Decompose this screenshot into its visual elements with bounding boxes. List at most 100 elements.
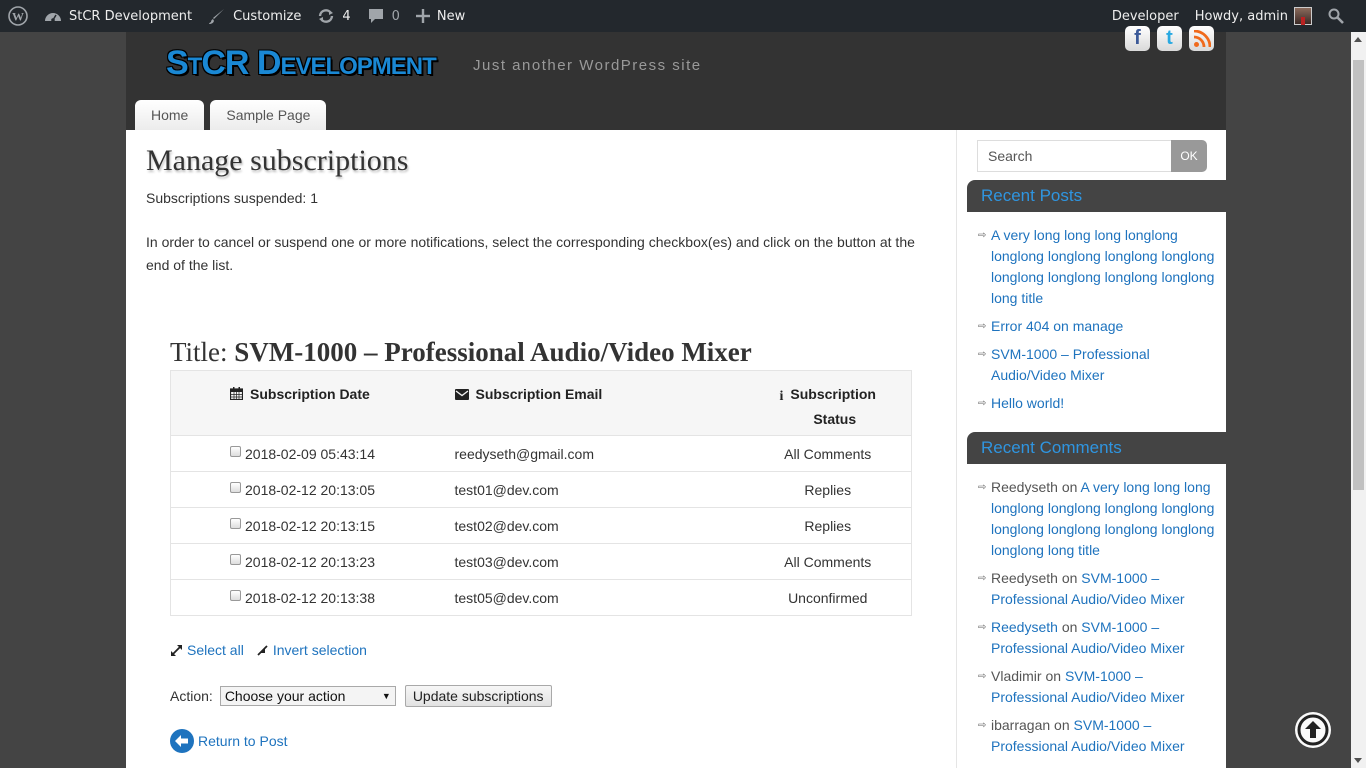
row-status: Replies <box>744 471 912 508</box>
action-label: Action: <box>170 688 213 704</box>
comment-on-text: on <box>1045 668 1062 684</box>
updates-count: 4 <box>342 8 351 24</box>
row-status: All Comments <box>744 435 912 472</box>
select-all-link[interactable]: Select all <box>187 642 244 658</box>
rss-icon[interactable] <box>1189 26 1214 51</box>
recent-posts-title: Recent Posts <box>967 180 1227 212</box>
row-checkbox[interactable] <box>230 481 241 493</box>
recent-comments-title: Recent Comments <box>967 432 1227 464</box>
new-label: New <box>436 8 466 24</box>
sidebar-search-input[interactable]: Search <box>977 140 1172 172</box>
search-placeholder: Search <box>988 148 1033 164</box>
recent-post-link[interactable]: A very long long long longlong longlong … <box>991 227 1214 306</box>
comment-on-text: on <box>1054 717 1070 733</box>
comments-count: 0 <box>391 8 400 24</box>
comment-author: Reedyseth <box>991 479 1058 495</box>
update-subscriptions-button[interactable]: Update subscriptions <box>404 685 552 707</box>
table-row: 2018-02-12 20:13:38 test05@dev.com Uncon… <box>170 579 912 616</box>
site-tagline: Just another WordPress site <box>473 57 702 74</box>
post-title-name: SVM-1000 – Professional Audio/Video Mixe… <box>234 337 752 367</box>
comment-on-text: on <box>1061 619 1078 635</box>
circle-arrow-left-icon <box>170 729 194 753</box>
updates-button[interactable]: 4 <box>309 0 358 32</box>
dashboard-icon <box>45 13 61 22</box>
row-checkbox[interactable] <box>230 589 241 601</box>
row-date: 2018-02-12 20:13:15 <box>245 517 375 534</box>
scroll-up-arrow-icon[interactable] <box>1354 37 1362 42</box>
updates-icon <box>319 9 334 23</box>
new-content-button[interactable]: New <box>408 0 473 32</box>
recent-post-link[interactable]: Hello world! <box>991 395 1064 411</box>
comment-author: Reedyseth <box>991 570 1058 586</box>
list-item: Reedyseth on A very long long long longl… <box>978 477 1217 561</box>
scroll-down-arrow-icon[interactable] <box>1354 758 1362 763</box>
return-to-post-link[interactable]: Return to Post <box>198 733 288 749</box>
admin-search-button[interactable] <box>1320 0 1352 32</box>
search-ok-button[interactable]: OK <box>1171 140 1207 172</box>
nav-home[interactable]: Home <box>135 100 205 130</box>
row-email: test03@dev.com <box>454 543 745 580</box>
dropdown-arrow-icon: ▼ <box>381 691 391 701</box>
info-icon: i <box>779 389 784 404</box>
column-header-email-label: Subscription Email <box>475 386 603 402</box>
list-item: A very long long long longlong longlong … <box>978 225 1217 309</box>
page-scrollbar[interactable] <box>1351 32 1366 768</box>
row-status: All Comments <box>744 543 912 580</box>
arrow-up-circle-icon <box>1297 714 1329 746</box>
row-email: test01@dev.com <box>454 471 745 508</box>
main-content: Manage subscriptions Subscriptions suspe… <box>126 130 956 768</box>
site-title[interactable]: StCR Development <box>166 44 437 83</box>
instructions-text: In order to cancel or suspend one or mor… <box>146 234 915 273</box>
action-select[interactable]: Choose your action ▼ <box>219 686 396 706</box>
row-date: 2018-02-12 20:13:05 <box>245 481 375 498</box>
svg-text:W: W <box>12 10 24 24</box>
list-item: Error 404 on manage <box>978 316 1217 337</box>
scrollbar-thumb[interactable] <box>1353 60 1364 490</box>
customize-label: Customize <box>233 8 302 24</box>
table-row: 2018-02-12 20:13:15 test02@dev.com Repli… <box>170 507 912 544</box>
recent-post-link[interactable]: Error 404 on manage <box>991 318 1123 334</box>
facebook-icon[interactable]: f <box>1125 26 1150 51</box>
main-navigation: Home Sample Page <box>135 100 327 130</box>
site-name-label: StCR Development <box>69 8 193 24</box>
column-header-status: i Subscription Status <box>744 370 912 436</box>
brush-icon <box>209 9 225 24</box>
comment-author: Vladimir <box>991 668 1042 684</box>
selection-links: Select all Invert selection <box>170 642 367 658</box>
row-email: test02@dev.com <box>454 507 745 544</box>
sidebar: Search OK Recent Posts A very long long … <box>956 130 1227 768</box>
envelope-icon <box>454 389 469 400</box>
row-checkbox[interactable] <box>230 517 241 529</box>
row-date-cell: 2018-02-12 20:13:38 <box>170 579 455 616</box>
comment-on-text: on <box>1061 570 1078 586</box>
recent-posts-list: A very long long long longlong longlong … <box>978 225 1217 421</box>
customize-button[interactable]: Customize <box>200 0 309 32</box>
comment-author-link[interactable]: Reedyseth <box>991 619 1058 635</box>
plus-icon <box>415 9 430 23</box>
suspended-count-text: Subscriptions suspended: 1 <box>146 190 318 206</box>
back-to-top-button[interactable] <box>1295 712 1331 748</box>
row-status: Replies <box>744 507 912 544</box>
row-checkbox[interactable] <box>230 553 241 565</box>
nav-sample-page[interactable]: Sample Page <box>210 100 327 130</box>
return-to-post[interactable]: Return to Post <box>170 729 288 753</box>
site-name-menu[interactable]: StCR Development <box>36 0 200 32</box>
compress-arrows-icon <box>257 644 268 656</box>
list-item: Vladimir on SVM-1000 – Professional Audi… <box>978 666 1217 708</box>
recent-post-link[interactable]: SVM-1000 – Professional Audio/Video Mixe… <box>991 346 1150 383</box>
row-email: reedyseth@gmail.com <box>454 435 745 472</box>
recent-comments-list: Reedyseth on A very long long long longl… <box>978 477 1217 764</box>
page-title: Manage subscriptions <box>146 144 409 177</box>
invert-selection-link[interactable]: Invert selection <box>273 642 367 658</box>
twitter-icon[interactable]: t <box>1157 26 1182 51</box>
comments-button[interactable]: 0 <box>359 0 408 32</box>
comment-bubble-icon <box>368 9 383 23</box>
column-header-status-label-1: Subscription <box>790 386 876 402</box>
developer-label: Developer <box>1111 8 1179 24</box>
search-icon <box>1328 8 1344 24</box>
table-row: 2018-02-12 20:13:23 test03@dev.com All C… <box>170 543 912 580</box>
row-checkbox[interactable] <box>230 445 241 457</box>
row-date-cell: 2018-02-09 05:43:14 <box>170 435 455 472</box>
wordpress-logo-button[interactable]: W <box>0 0 36 32</box>
howdy-label: Howdy, admin <box>1194 8 1288 24</box>
